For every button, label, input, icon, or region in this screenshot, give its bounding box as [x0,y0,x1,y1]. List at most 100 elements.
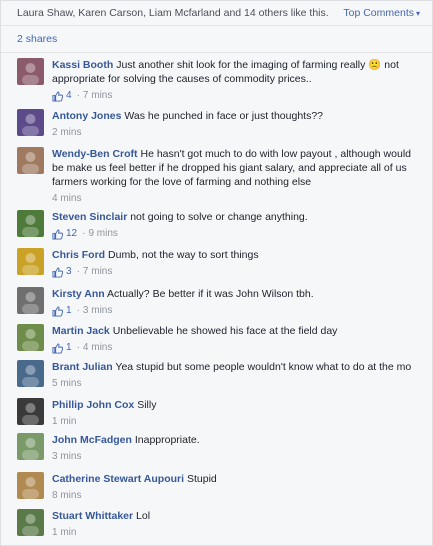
comment-author[interactable]: Catherine Stewart Aupouri [52,473,184,485]
likes-summary-bar: Laura Shaw, Karen Carson, Liam Mcfarland… [1,1,432,26]
comment-body: Chris Ford Dumb, not the way to sort thi… [52,248,422,279]
comment-timestamp[interactable]: 1 min [52,415,76,429]
comment-body: Antony Jones Was he punched in face or j… [52,109,422,140]
comment-content: Steven Sinclair not going to solve or ch… [52,210,422,224]
comment-author[interactable]: Phillip John Cox [52,399,134,411]
comment-content: Chris Ford Dumb, not the way to sort thi… [52,248,422,262]
comment-author[interactable]: Steven Sinclair [52,211,127,223]
top-comments-dropdown[interactable]: Top Comments ▾ [343,7,420,19]
comment-timestamp[interactable]: 8 mins [52,489,81,503]
comment-content: Stuart Whittaker Lol [52,509,422,523]
comment-author[interactable]: Antony Jones [52,110,121,122]
avatar[interactable] [17,147,44,174]
avatar[interactable] [17,472,44,499]
comment-author[interactable]: John McFadgen [52,434,132,446]
avatar[interactable] [17,509,44,536]
comment-item: Wendy-Ben Croft He hasn't got much to do… [1,147,432,206]
like-count[interactable]: 1 [66,341,72,355]
comment-timestamp[interactable]: 9 mins [88,227,117,241]
comment-item: Chris Ford Dumb, not the way to sort thi… [1,248,432,279]
comment-content: Kirsty Ann Actually? Be better if it was… [52,287,422,301]
like-count[interactable]: 12 [66,227,77,241]
thumbs-up-icon[interactable] [52,305,64,317]
comment-author[interactable]: Wendy-Ben Croft [52,148,138,160]
comment-item: Brant Julian Yea stupid but some people … [1,360,432,391]
avatar[interactable] [17,109,44,136]
comment-content: John McFadgen Inappropriate. [52,433,422,447]
comment-author[interactable]: Kirsty Ann [52,288,105,300]
comment-item: Martin Jack Unbelievable he showed his f… [1,324,432,355]
thumbs-up-icon[interactable] [52,266,64,278]
comment-content: Kassi Booth Just another shit look for t… [52,58,422,86]
thumbs-up-icon[interactable] [52,342,64,354]
like-count[interactable]: 3 [66,265,72,279]
comment-timestamp[interactable]: 7 mins [83,89,112,103]
comment-timestamp[interactable]: 1 min [52,526,76,540]
comment-content: Phillip John Cox Silly [52,398,422,412]
comment-text: Lol [136,510,151,522]
comment-content: Wendy-Ben Croft He hasn't got much to do… [52,147,422,189]
avatar[interactable] [17,324,44,351]
caret-down-icon: ▾ [415,8,420,18]
avatar[interactable] [17,433,44,460]
like-count[interactable]: 4 [66,89,72,103]
comment-text: Yea stupid but some people wouldn't know… [115,361,412,373]
comment-body: Catherine Stewart Aupouri Stupid 8 mins [52,472,422,503]
comment-meta: 4 mins [52,192,422,206]
comment-body: Kassi Booth Just another shit look for t… [52,58,422,103]
avatar[interactable] [17,248,44,275]
thumbs-up-icon[interactable] [52,228,64,240]
comment-text: Silly [137,399,157,411]
comment-timestamp[interactable]: 3 mins [52,450,81,464]
comment-author[interactable]: Stuart Whittaker [52,510,133,522]
separator-dot: · [76,342,80,353]
comment-timestamp[interactable]: 2 mins [52,126,81,140]
separator-dot: · [82,228,86,239]
avatar[interactable] [17,398,44,425]
comment-author[interactable]: Martin Jack [52,325,110,337]
separator-dot: · [76,266,80,277]
comment-author[interactable]: Brant Julian [52,361,113,373]
comment-meta: 1 min [52,415,422,429]
comment-body: Stuart Whittaker Lol 1 min [52,509,422,540]
comment-content: Antony Jones Was he punched in face or j… [52,109,422,123]
comment-meta: 5 mins [52,377,422,391]
avatar[interactable] [17,287,44,314]
comment-text: Was he punched in face or just thoughts?… [124,110,324,122]
shares-link[interactable]: 2 shares [17,33,57,45]
comment-item: Phillip John Cox Silly 1 min [1,398,432,429]
comment-meta: 2 mins [52,126,422,140]
likes-summary-text[interactable]: Laura Shaw, Karen Carson, Liam Mcfarland… [17,7,329,19]
like-count[interactable]: 1 [66,304,72,318]
comment-meta: 12 · 9 mins [52,227,422,241]
avatar[interactable] [17,58,44,85]
comment-meta: 1 · 4 mins [52,341,422,355]
comment-item: Kirsty Ann Actually? Be better if it was… [1,287,432,318]
comment-content: Martin Jack Unbelievable he showed his f… [52,324,422,338]
comment-content: Brant Julian Yea stupid but some people … [52,360,422,374]
comment-body: John McFadgen Inappropriate. 3 mins [52,433,422,464]
comments-panel: Laura Shaw, Karen Carson, Liam Mcfarland… [0,0,433,546]
comment-text: Stupid [186,473,217,485]
comment-text: Dumb, not the way to sort things [108,249,259,261]
comment-timestamp[interactable]: 4 mins [83,341,112,355]
comment-meta: 3 · 7 mins [52,265,422,279]
comment-author[interactable]: Kassi Booth [52,59,113,71]
comment-timestamp[interactable]: 5 mins [52,377,81,391]
comment-item: Kassi Booth Just another shit look for t… [1,58,432,103]
avatar[interactable] [17,360,44,387]
comment-timestamp[interactable]: 3 mins [83,304,112,318]
comment-author[interactable]: Chris Ford [52,249,105,261]
thumbs-up-icon[interactable] [52,90,64,102]
comment-item: Catherine Stewart Aupouri Stupid 8 mins [1,472,432,503]
comment-meta: 1 · 3 mins [52,304,422,318]
comment-timestamp[interactable]: 4 mins [52,192,81,206]
comment-body: Brant Julian Yea stupid but some people … [52,360,422,391]
comment-body: Wendy-Ben Croft He hasn't got much to do… [52,147,422,206]
comment-item: Steven Sinclair not going to solve or ch… [1,210,432,241]
avatar[interactable] [17,210,44,237]
comment-text: Unbelievable he showed his face at the f… [112,325,338,337]
comment-timestamp[interactable]: 7 mins [83,265,112,279]
comment-item: Antony Jones Was he punched in face or j… [1,109,432,140]
comment-text: Actually? Be better if it was John Wilso… [107,288,314,300]
